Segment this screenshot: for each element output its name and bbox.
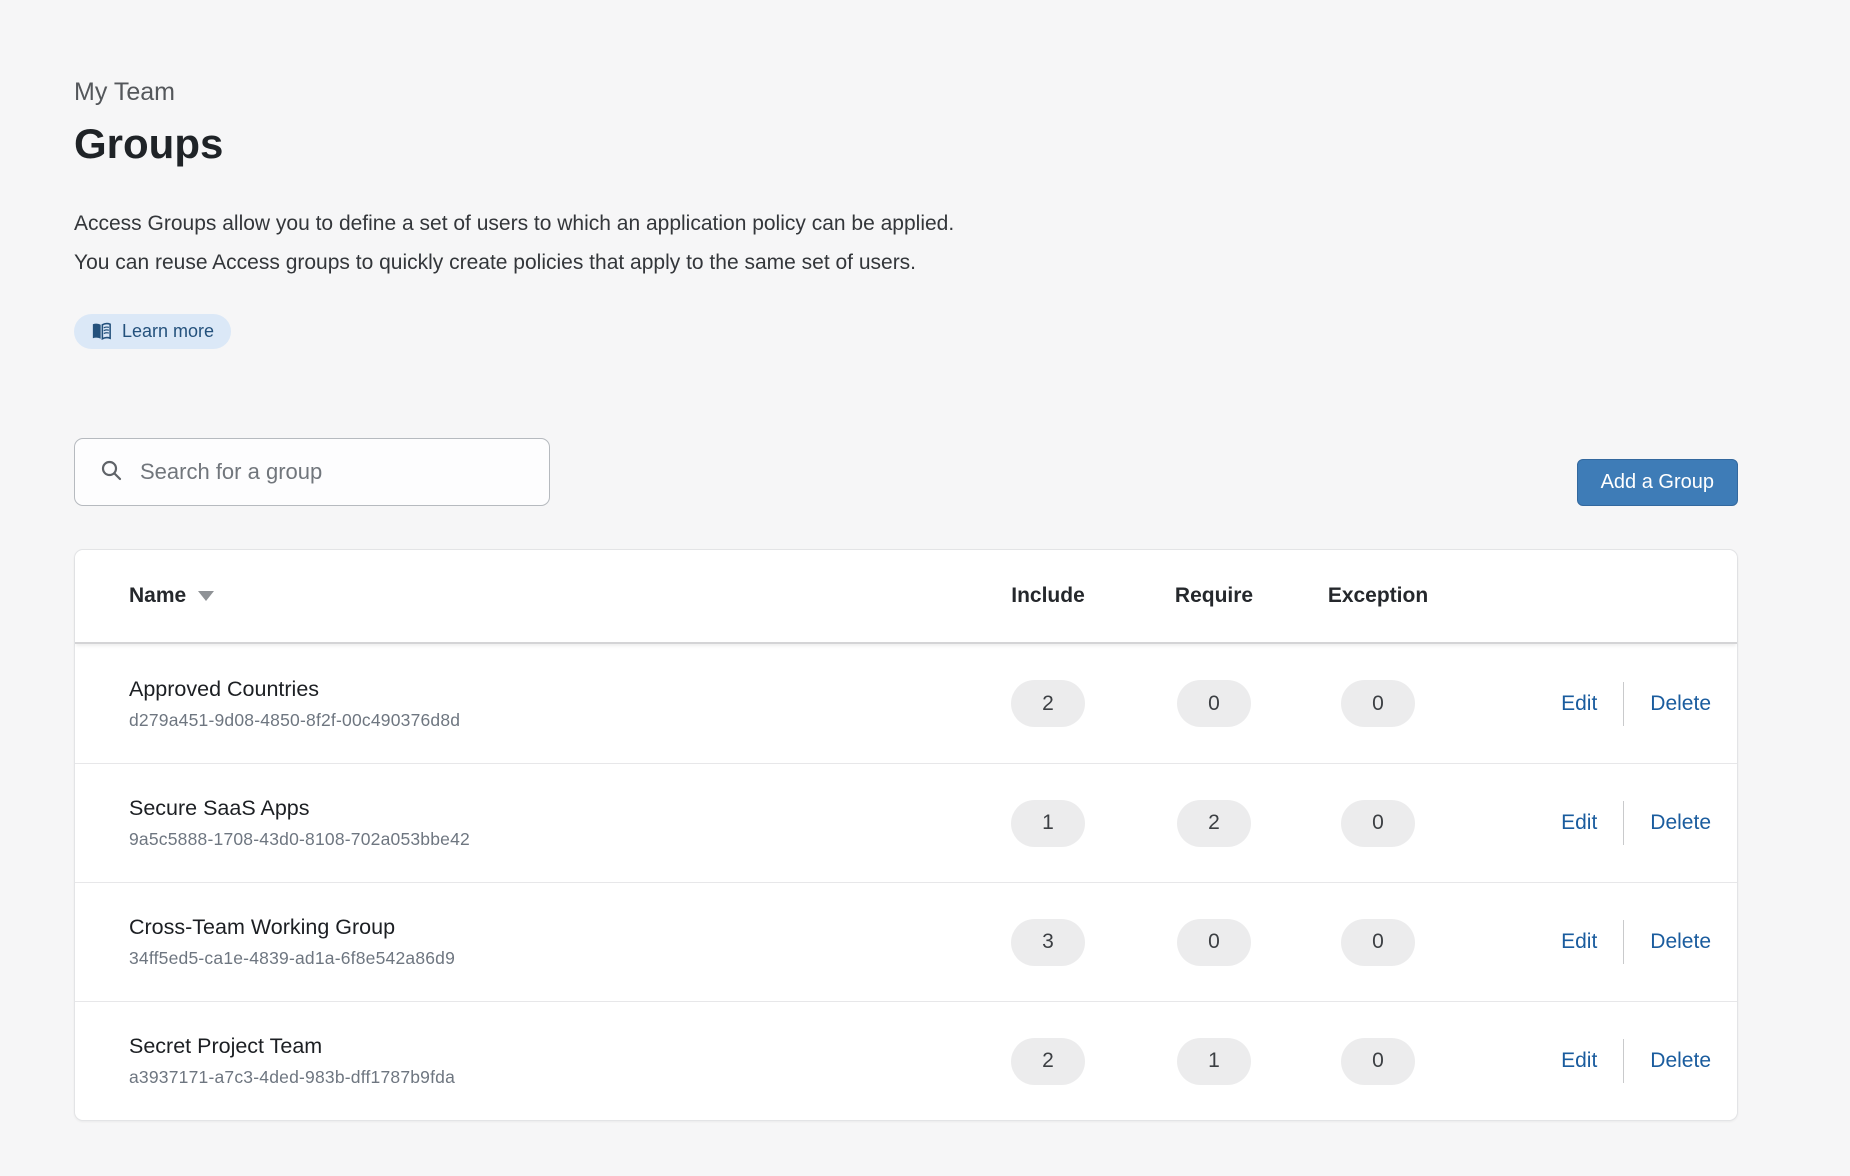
include-cell: 1 (973, 800, 1123, 847)
add-group-button[interactable]: Add a Group (1577, 459, 1738, 506)
require-count-pill: 0 (1177, 919, 1251, 966)
require-cell: 1 (1123, 1038, 1305, 1085)
description-line-1: Access Groups allow you to define a set … (74, 204, 1850, 243)
include-count-pill: 2 (1011, 680, 1085, 727)
include-cell: 2 (973, 680, 1123, 727)
action-divider (1623, 920, 1624, 964)
edit-link[interactable]: Edit (1561, 1049, 1597, 1073)
include-count-pill: 3 (1011, 919, 1085, 966)
open-book-icon (91, 322, 112, 341)
exception-count-pill: 0 (1341, 1038, 1415, 1085)
column-header-include: Include (973, 584, 1123, 608)
actions-cell: Edit Delete (1451, 682, 1737, 726)
include-cell: 3 (973, 919, 1123, 966)
actions-cell: Edit Delete (1451, 920, 1737, 964)
description-line-2: You can reuse Access groups to quickly c… (74, 243, 1850, 282)
delete-link[interactable]: Delete (1650, 1049, 1711, 1073)
edit-link[interactable]: Edit (1561, 930, 1597, 954)
exception-count-pill: 0 (1341, 800, 1415, 847)
exception-count-pill: 0 (1341, 919, 1415, 966)
group-name: Approved Countries (129, 677, 973, 702)
search-icon (99, 458, 123, 487)
include-cell: 2 (973, 1038, 1123, 1085)
page-description: Access Groups allow you to define a set … (74, 204, 1850, 282)
table-row: Approved Countries d279a451-9d08-4850-8f… (75, 644, 1737, 763)
require-count-pill: 0 (1177, 680, 1251, 727)
group-id: 34ff5ed5-ca1e-4839-ad1a-6f8e542a86d9 (129, 948, 973, 969)
include-count-pill: 1 (1011, 800, 1085, 847)
toolbar: Add a Group (74, 438, 1738, 506)
table-row: Cross-Team Working Group 34ff5ed5-ca1e-4… (75, 882, 1737, 1001)
exception-cell: 0 (1305, 919, 1451, 966)
group-name-cell: Secret Project Team a3937171-a7c3-4ded-9… (75, 1034, 973, 1088)
breadcrumb: My Team (74, 0, 1850, 107)
action-divider (1623, 1039, 1624, 1083)
column-header-exception: Exception (1305, 584, 1451, 608)
delete-link[interactable]: Delete (1650, 930, 1711, 954)
groups-table: Name Include Require Exception Approved … (74, 549, 1738, 1121)
edit-link[interactable]: Edit (1561, 692, 1597, 716)
search-input[interactable] (140, 459, 529, 485)
page-title: Groups (74, 120, 1850, 168)
table-header-row: Name Include Require Exception (75, 550, 1737, 644)
group-id: 9a5c5888-1708-43d0-8108-702a053bbe42 (129, 829, 973, 850)
require-cell: 0 (1123, 919, 1305, 966)
group-name: Cross-Team Working Group (129, 915, 973, 940)
learn-more-label: Learn more (122, 321, 214, 342)
require-cell: 0 (1123, 680, 1305, 727)
column-header-name[interactable]: Name (75, 584, 973, 608)
exception-cell: 0 (1305, 1038, 1451, 1085)
group-name: Secure SaaS Apps (129, 796, 973, 821)
table-row: Secret Project Team a3937171-a7c3-4ded-9… (75, 1001, 1737, 1120)
include-count-pill: 2 (1011, 1038, 1085, 1085)
exception-cell: 0 (1305, 680, 1451, 727)
require-cell: 2 (1123, 800, 1305, 847)
actions-cell: Edit Delete (1451, 801, 1737, 845)
actions-cell: Edit Delete (1451, 1039, 1737, 1083)
access-groups-page: My Team Groups Access Groups allow you t… (0, 0, 1850, 1121)
delete-link[interactable]: Delete (1650, 692, 1711, 716)
action-divider (1623, 801, 1624, 845)
learn-more-button[interactable]: Learn more (74, 314, 231, 349)
require-count-pill: 1 (1177, 1038, 1251, 1085)
search-box[interactable] (74, 438, 550, 506)
group-id: d279a451-9d08-4850-8f2f-00c490376d8d (129, 710, 973, 731)
group-id: a3937171-a7c3-4ded-983b-dff1787b9fda (129, 1067, 973, 1088)
group-name-cell: Cross-Team Working Group 34ff5ed5-ca1e-4… (75, 915, 973, 969)
column-header-name-label: Name (129, 584, 186, 608)
action-divider (1623, 682, 1624, 726)
group-name-cell: Approved Countries d279a451-9d08-4850-8f… (75, 677, 973, 731)
require-count-pill: 2 (1177, 800, 1251, 847)
edit-link[interactable]: Edit (1561, 811, 1597, 835)
sort-descending-icon (198, 591, 214, 601)
group-name: Secret Project Team (129, 1034, 973, 1059)
column-header-require: Require (1123, 584, 1305, 608)
exception-count-pill: 0 (1341, 680, 1415, 727)
table-body: Approved Countries d279a451-9d08-4850-8f… (75, 644, 1737, 1120)
group-name-cell: Secure SaaS Apps 9a5c5888-1708-43d0-8108… (75, 796, 973, 850)
exception-cell: 0 (1305, 800, 1451, 847)
table-row: Secure SaaS Apps 9a5c5888-1708-43d0-8108… (75, 763, 1737, 882)
delete-link[interactable]: Delete (1650, 811, 1711, 835)
